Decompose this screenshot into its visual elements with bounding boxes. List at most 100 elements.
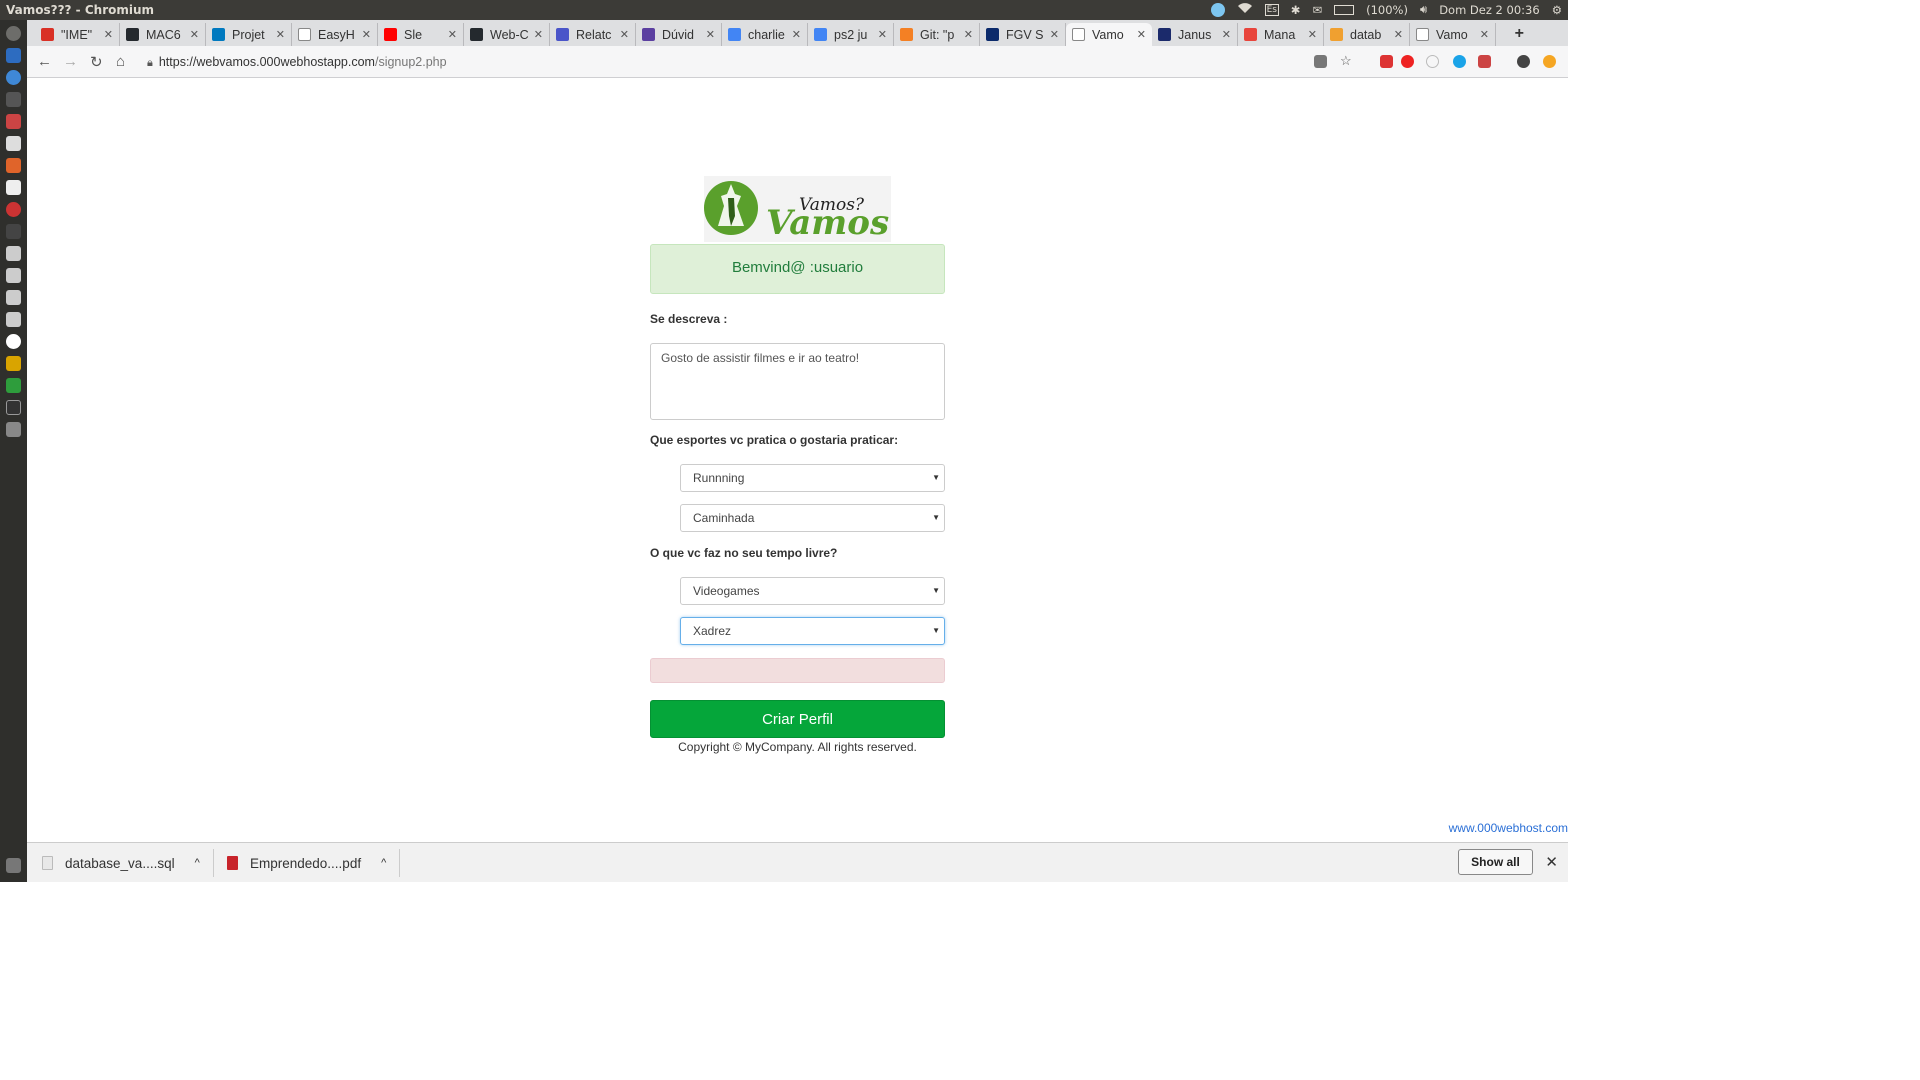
tab-close-icon[interactable]: ✕: [276, 28, 285, 41]
github-icon: [126, 28, 139, 41]
opera-icon[interactable]: [1401, 55, 1414, 68]
mail-icon[interactable]: ✉: [1312, 3, 1322, 17]
download-item-pdf[interactable]: Emprendedo....pdf ^: [227, 843, 386, 883]
tab-close-icon[interactable]: ✕: [362, 28, 371, 41]
tab-close-icon[interactable]: ✕: [706, 28, 715, 41]
lock-icon[interactable]: 🔒︎: [147, 51, 153, 75]
download-item-sql[interactable]: database_va....sql ^: [42, 843, 200, 883]
translate-icon[interactable]: [1314, 55, 1327, 68]
tab-15[interactable]: datab ✕: [1324, 23, 1410, 46]
app-launcher-icon-1[interactable]: [6, 48, 21, 63]
chromium-launcher-icon[interactable]: [6, 70, 21, 85]
spreadsheet-launcher-icon[interactable]: [6, 378, 21, 393]
tab-close-icon[interactable]: ✕: [448, 28, 457, 41]
profile-icon[interactable]: [1517, 55, 1530, 68]
webhost-link[interactable]: www.000webhost.com: [1449, 821, 1568, 835]
tab-2[interactable]: Projet ✕: [206, 23, 292, 46]
tab-1[interactable]: MAC6 ✕: [120, 23, 206, 46]
tab-8[interactable]: charlie ✕: [722, 23, 808, 46]
settings-launcher-icon[interactable]: [6, 202, 21, 217]
extension-ghost-icon[interactable]: [1426, 55, 1439, 68]
bluetooth-icon[interactable]: ✱: [1291, 3, 1301, 17]
tab-11[interactable]: FGV S ✕: [980, 23, 1066, 46]
tab-close-icon[interactable]: ✕: [104, 28, 113, 41]
tab-close-icon[interactable]: ✕: [620, 28, 629, 41]
tab-close-icon[interactable]: ✕: [1308, 28, 1317, 41]
tab-6[interactable]: Relatc ✕: [550, 23, 636, 46]
tab-close-icon[interactable]: ✕: [1222, 28, 1231, 41]
download-item-name: Emprendedo....pdf: [250, 855, 362, 871]
app-launcher-icon-9[interactable]: [6, 224, 21, 239]
sport-select-1[interactable]: Runnning ▼: [680, 464, 945, 492]
settings-gear-icon[interactable]: ⚙: [1552, 3, 1562, 17]
app-launcher-icon-10[interactable]: [6, 246, 21, 261]
app-launcher-icon-14[interactable]: [6, 334, 21, 349]
close-icon[interactable]: ✕: [1545, 853, 1558, 871]
tab-10[interactable]: Git: "p ✕: [894, 23, 980, 46]
tab-close-icon[interactable]: ✕: [878, 28, 887, 41]
new-tab-button[interactable]: +: [1515, 25, 1524, 43]
terminal-launcher-icon[interactable]: [6, 400, 21, 415]
tab-close-icon[interactable]: ✕: [1050, 28, 1059, 41]
update-alert-icon[interactable]: [1543, 55, 1556, 68]
tab-close-icon[interactable]: ✕: [1480, 28, 1489, 41]
volume-icon[interactable]: 🔊︎: [1420, 2, 1427, 17]
bookmark-star-icon[interactable]: ☆: [1340, 53, 1353, 68]
wifi-icon[interactable]: [1237, 2, 1253, 17]
tab-label: Janus: [1178, 27, 1212, 42]
extension-calendar-icon[interactable]: [1380, 55, 1393, 68]
back-button[interactable]: ←: [37, 53, 52, 70]
sports-label: Que esportes vc pratica o gostaria prati…: [650, 433, 899, 447]
tab-7[interactable]: Dúvid ✕: [636, 23, 722, 46]
show-all-downloads-button[interactable]: Show all: [1458, 849, 1533, 875]
tab-close-icon[interactable]: ✕: [1137, 28, 1146, 41]
chevron-down-icon: ▼: [932, 513, 940, 522]
battery-icon[interactable]: [1334, 4, 1355, 15]
tab-0[interactable]: "IME" ✕: [35, 23, 120, 46]
tab-5[interactable]: Web-C ✕: [464, 23, 550, 46]
app-launcher-icon-5[interactable]: [6, 136, 21, 151]
tab-close-icon[interactable]: ✕: [1394, 28, 1403, 41]
hobby-select-2[interactable]: Xadrez ▼: [680, 617, 945, 645]
amazon-icon[interactable]: [6, 180, 21, 195]
app-launcher-icon-15[interactable]: [6, 356, 21, 371]
forward-button[interactable]: →: [63, 53, 78, 70]
app-launcher-icon-18[interactable]: [6, 422, 21, 437]
skype-tray-icon[interactable]: [1210, 2, 1225, 17]
skype-extension-icon[interactable]: [1453, 55, 1466, 68]
tab-16[interactable]: Vamo ✕: [1410, 23, 1496, 46]
trash-icon[interactable]: [6, 858, 21, 873]
app-launcher-icon-13[interactable]: [6, 312, 21, 327]
dash-home-icon[interactable]: [6, 26, 21, 41]
hobby-select-1[interactable]: Videogames ▼: [680, 577, 945, 605]
tab-close-icon[interactable]: ✕: [792, 28, 801, 41]
tab-label: Mana: [1264, 27, 1296, 42]
software-center-icon[interactable]: [6, 158, 21, 173]
tab-9[interactable]: ps2 ju ✕: [808, 23, 894, 46]
tab-4[interactable]: Sle ✕: [378, 23, 464, 46]
tab-13[interactable]: Janus ✕: [1152, 23, 1238, 46]
address-bar[interactable]: 🔒︎ https://webvamos.000webhostapp.com/sig…: [139, 50, 1299, 74]
tab-label: Web-C: [490, 27, 529, 42]
tab-close-icon[interactable]: ✕: [190, 28, 199, 41]
app-launcher-icon-11[interactable]: [6, 268, 21, 283]
create-profile-button[interactable]: Criar Perfil: [650, 700, 945, 738]
tab-close-icon[interactable]: ✕: [964, 28, 973, 41]
clock[interactable]: Dom Dez 2 00:36: [1439, 3, 1540, 17]
download-item-name: database_va....sql: [65, 855, 175, 871]
app-launcher-icon-3[interactable]: [6, 92, 21, 107]
app-launcher-icon-12[interactable]: [6, 290, 21, 305]
home-button[interactable]: ⌂: [116, 53, 125, 70]
chevron-up-icon[interactable]: ^: [195, 857, 200, 869]
tab-3[interactable]: EasyH ✕: [292, 23, 378, 46]
keyboard-layout-indicator[interactable]: Es: [1264, 3, 1279, 16]
tab-close-icon[interactable]: ✕: [534, 28, 543, 41]
about-textarea[interactable]: Gosto de assistir filmes e ir ao teatro!: [650, 343, 945, 420]
reload-button[interactable]: ↻: [90, 53, 103, 71]
chevron-up-icon[interactable]: ^: [381, 857, 386, 869]
tab-14[interactable]: Mana ✕: [1238, 23, 1324, 46]
tab-12[interactable]: Vamo ✕: [1066, 23, 1152, 46]
app-launcher-icon-4[interactable]: [6, 114, 21, 129]
extension-red-icon[interactable]: [1478, 55, 1491, 68]
sport-select-2[interactable]: Caminhada ▼: [680, 504, 945, 532]
